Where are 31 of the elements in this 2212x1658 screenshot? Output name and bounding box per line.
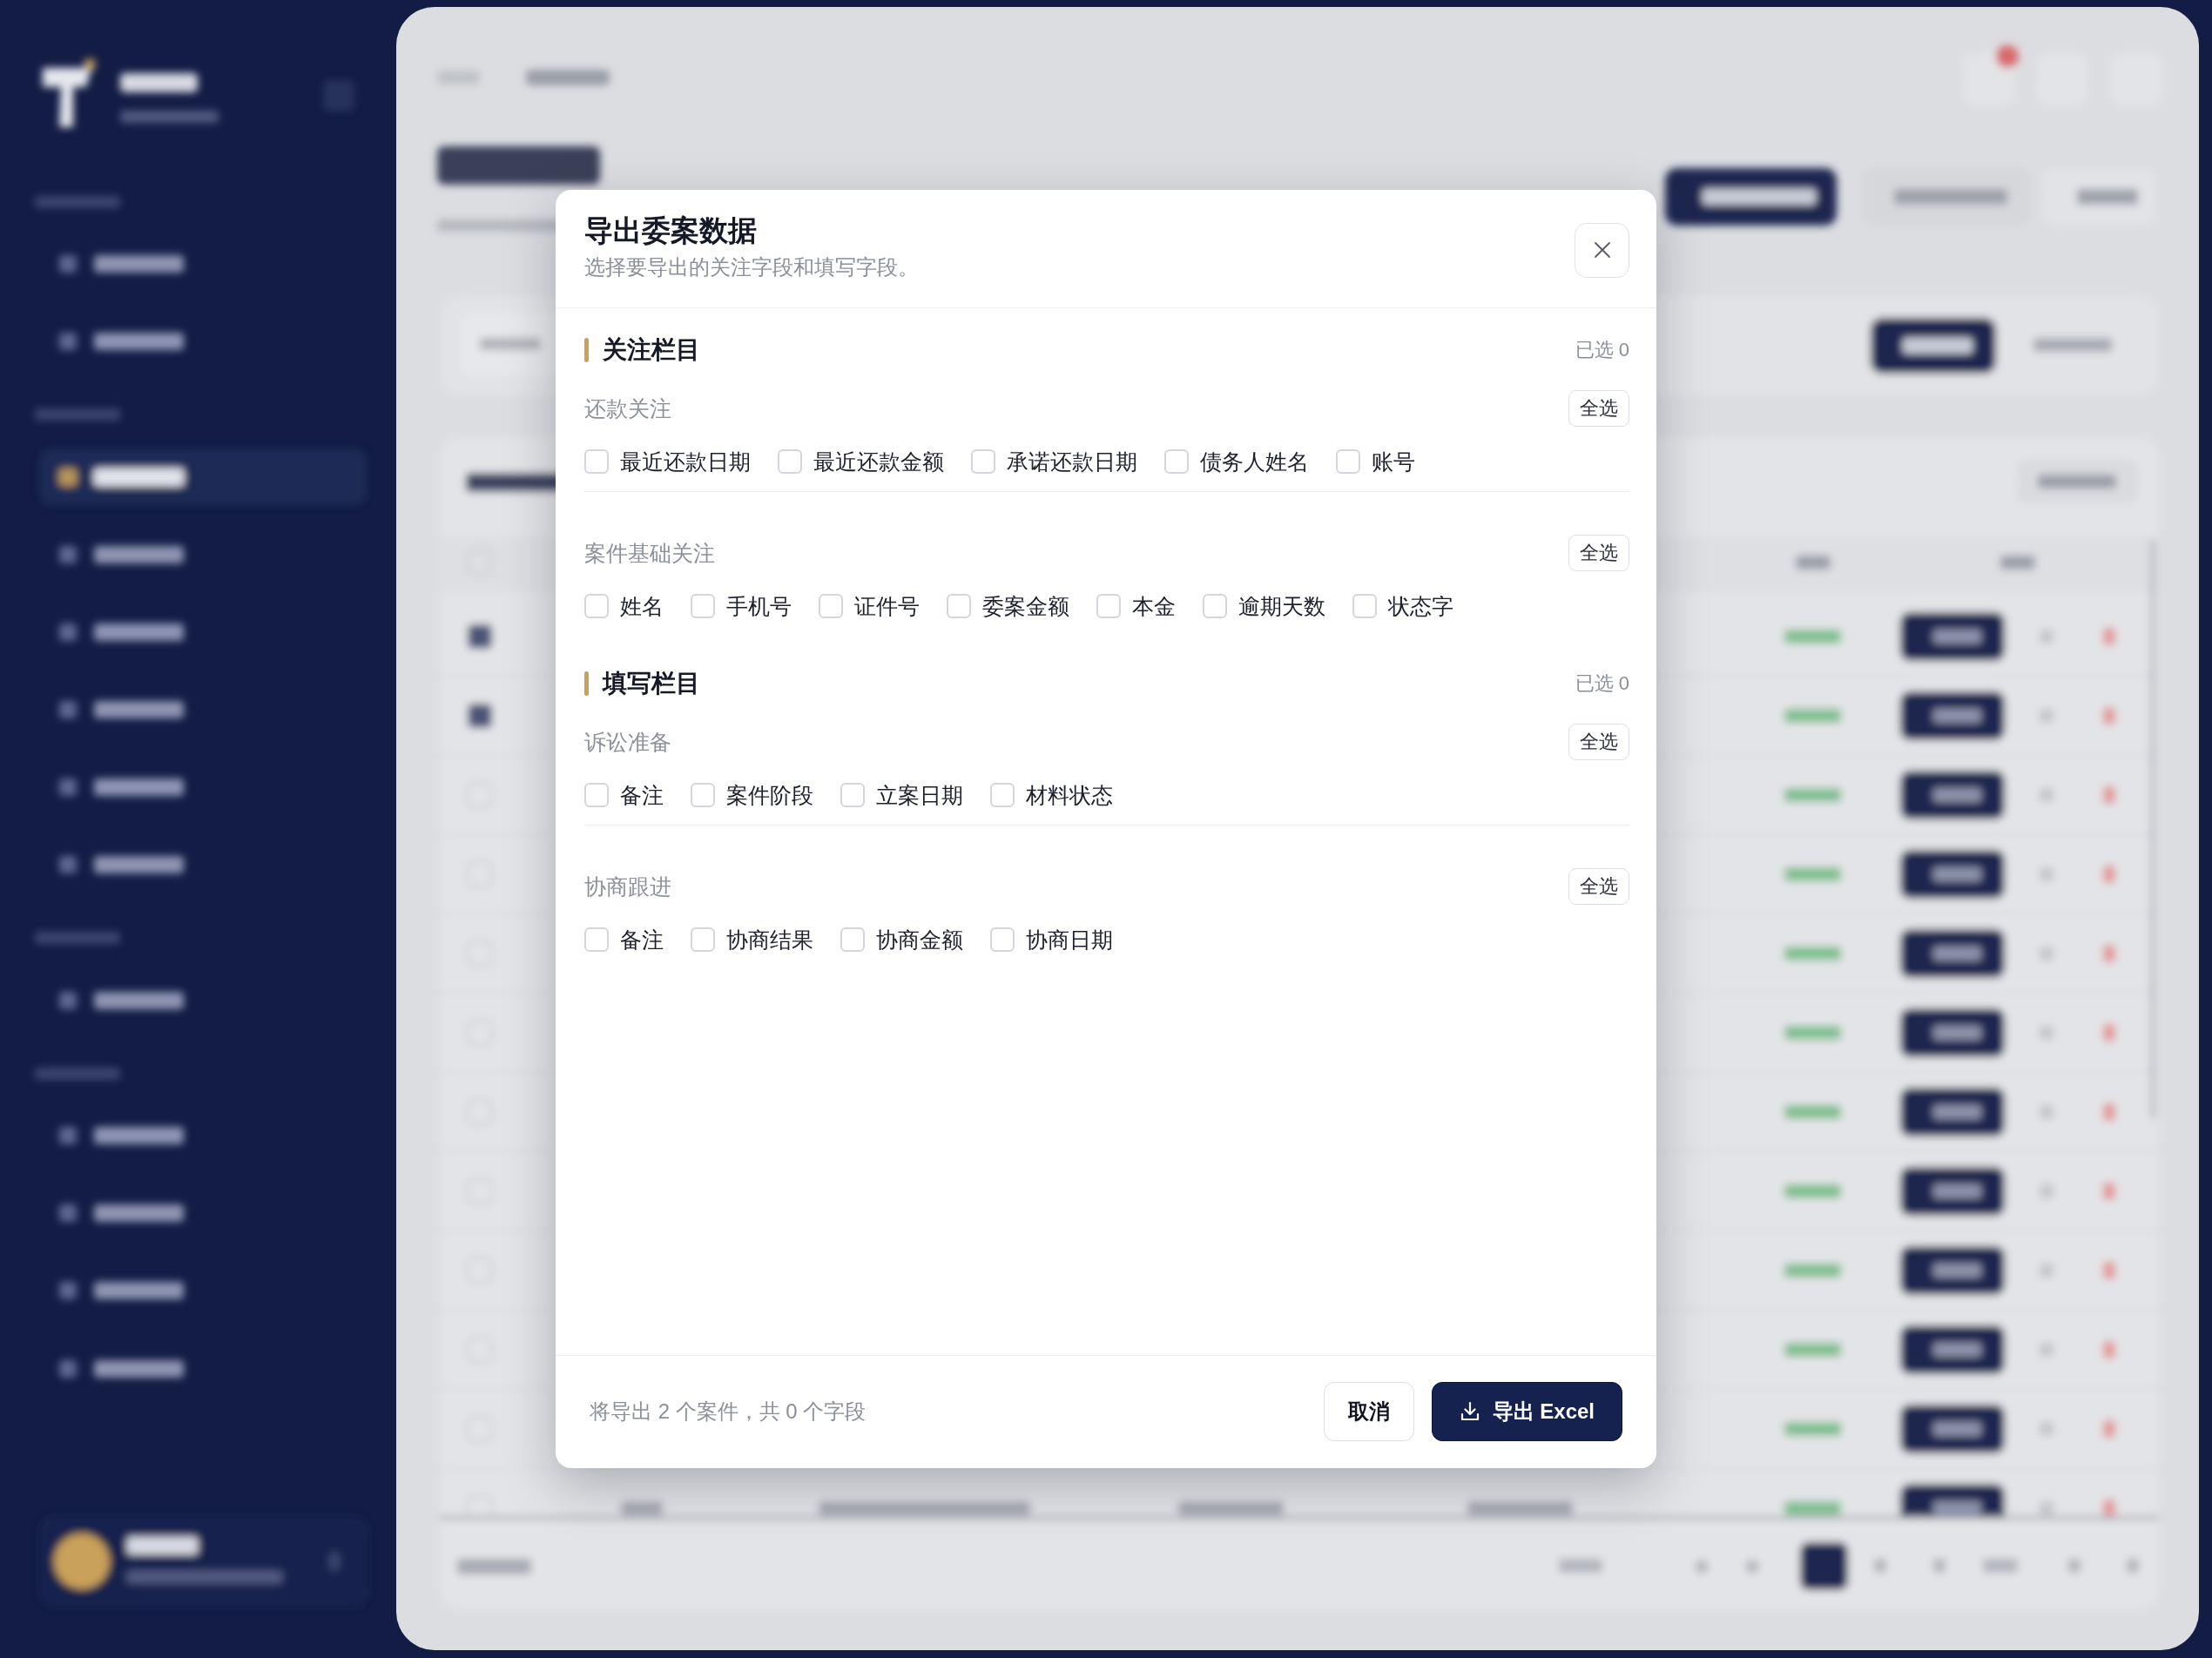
checkbox-label: 协商日期 <box>1026 927 1113 954</box>
checkbox-label: 协商金额 <box>876 927 963 954</box>
dialog-subtitle: 选择要导出的关注字段和填写字段。 <box>584 254 919 280</box>
export-summary: 将导出 2 个案件，共 0 个字段 <box>590 1399 867 1425</box>
selected-count: 已选 0 <box>1575 671 1629 696</box>
group-label: 还款关注 <box>584 395 671 422</box>
checkbox-label: 协商结果 <box>726 927 813 954</box>
checkbox-label: 本金 <box>1132 593 1176 620</box>
checkbox-label: 最近还款日期 <box>620 448 751 475</box>
checkbox-label: 逾期天数 <box>1238 593 1325 620</box>
checkbox-label: 备注 <box>620 782 664 809</box>
section-title: 填写栏目 <box>603 669 700 698</box>
checkbox-label: 最近还款金额 <box>813 448 944 475</box>
selected-count: 已选 0 <box>1575 338 1629 362</box>
group-label: 案件基础关注 <box>584 540 715 567</box>
group-label: 诉讼准备 <box>584 729 671 756</box>
checkbox-label: 债务人姓名 <box>1200 448 1309 475</box>
checkbox-label: 姓名 <box>620 593 664 620</box>
checkbox-label: 立案日期 <box>876 782 963 809</box>
checkbox-label: 手机号 <box>726 593 792 620</box>
checkbox-label: 案件阶段 <box>726 782 813 809</box>
section-title: 关注栏目 <box>603 335 700 365</box>
checkbox-label: 承诺还款日期 <box>1007 448 1137 475</box>
checkbox-label: 证件号 <box>854 593 920 620</box>
checkbox-label: 状态字 <box>1388 593 1453 620</box>
checkbox-label: 备注 <box>620 927 664 954</box>
dialog-title: 导出委案数据 <box>584 213 758 248</box>
group-label: 协商跟进 <box>584 873 671 900</box>
checkbox-label: 委案金额 <box>982 593 1069 620</box>
checkbox-label: 材料状态 <box>1026 782 1113 809</box>
checkbox-label: 账号 <box>1372 448 1415 475</box>
